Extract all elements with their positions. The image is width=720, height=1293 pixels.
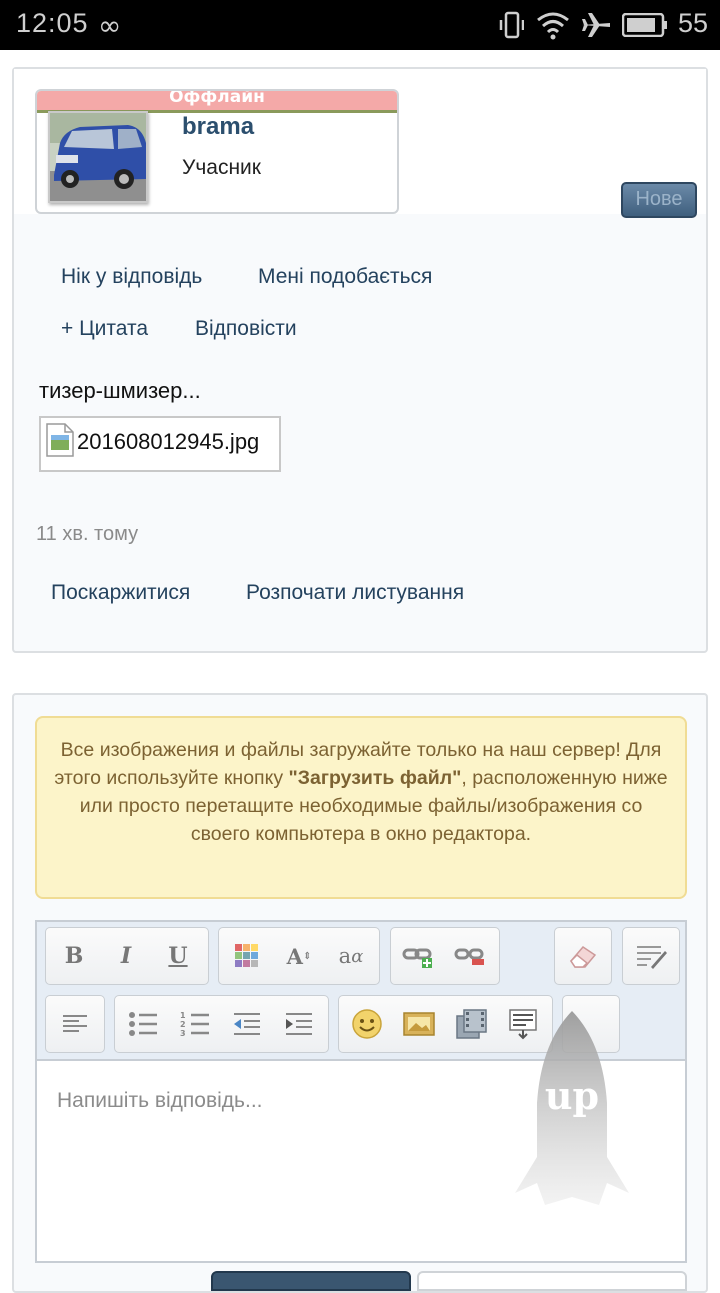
svg-text:1: 1 [180, 1011, 186, 1020]
source-icon[interactable] [634, 939, 668, 973]
user-role: Учасник [182, 156, 261, 179]
airplane-mode-icon [582, 13, 610, 37]
quote-link[interactable]: + Цитата [61, 317, 148, 341]
font-size-label: A [286, 943, 303, 969]
outdent-icon[interactable] [230, 1007, 264, 1041]
image-icon[interactable] [402, 1007, 436, 1041]
broken-image-icon [46, 423, 74, 457]
font-family-label: a [338, 944, 352, 968]
unlink-icon[interactable] [453, 939, 487, 973]
vibrate-icon [499, 11, 524, 39]
post-time: 11 хв. тому [36, 523, 139, 545]
align-icon[interactable] [58, 1007, 92, 1041]
scroll-up-rocket-icon[interactable]: up [507, 1007, 637, 1207]
start-conversation-link[interactable]: Розпочати листування [246, 581, 464, 605]
post-card: Оффлайн brama Учасник Нове Нік у відпові… [12, 67, 708, 653]
report-link[interactable]: Поскаржитися [51, 581, 190, 605]
car-photo [50, 113, 146, 201]
reply-placeholder: Напишіть відповідь... [57, 1089, 263, 1112]
attachment-filename: 201608012945.jpg [77, 429, 260, 454]
source-group [622, 927, 680, 985]
status-badge: Оффлайн [37, 91, 397, 113]
attachment-image[interactable]: 201608012945.jpg [39, 416, 281, 472]
wifi-icon [537, 12, 569, 40]
svg-text:3: 3 [180, 1029, 186, 1037]
font-size-icon[interactable]: A ⇕ [282, 939, 316, 973]
like-link[interactable]: Мені подобається [258, 265, 432, 289]
italic-icon[interactable]: I [109, 939, 143, 973]
font-family-icon[interactable]: aα [334, 939, 368, 973]
bullet-list-icon[interactable] [126, 1007, 160, 1041]
submit-button[interactable] [211, 1271, 411, 1291]
reply-editor[interactable]: B I U A ⇕ aα 1 2 3 Напишіть відповідь...… [35, 920, 687, 1263]
eraser-icon[interactable] [566, 939, 600, 973]
list-group: 123 [114, 995, 329, 1053]
nick-reply-link[interactable]: Нік у відповідь [61, 265, 202, 289]
eraser-group [554, 927, 612, 985]
new-badge: Нове [621, 182, 697, 218]
color-icon[interactable] [230, 939, 264, 973]
media-icon[interactable] [454, 1007, 488, 1041]
infinity-icon: ∞ [98, 9, 122, 42]
upload-notice: Все изображения и файлы загружайте тольк… [35, 716, 687, 899]
status-bar: 12:05 ∞ 55 [0, 0, 720, 50]
indent-icon[interactable] [282, 1007, 316, 1041]
clock: 12:05 [16, 8, 89, 38]
message-text: тизер-шмизер... [39, 378, 201, 403]
username[interactable]: brama [182, 113, 254, 141]
avatar[interactable] [48, 111, 148, 203]
battery-icon [622, 13, 667, 37]
link-icon[interactable] [401, 939, 435, 973]
secondary-button[interactable] [417, 1271, 687, 1291]
smiley-icon[interactable] [350, 1007, 384, 1041]
underline-icon[interactable]: U [161, 939, 195, 973]
notice-button-name: "Загрузить файл" [288, 767, 462, 789]
battery-level: 55 [677, 8, 708, 38]
scroll-up-label: up [545, 1073, 599, 1118]
numbered-list-icon[interactable]: 123 [178, 1007, 212, 1041]
svg-text:2: 2 [180, 1020, 186, 1029]
user-info-box[interactable]: Оффлайн brama Учасник [35, 89, 399, 214]
reply-link[interactable]: Відповісти [195, 317, 297, 341]
align-group [45, 995, 105, 1053]
format-group: B I U [45, 927, 209, 985]
bold-icon[interactable]: B [57, 939, 91, 973]
font-group: A ⇕ aα [218, 927, 380, 985]
reply-card: Все изображения и файлы загружайте тольк… [12, 693, 708, 1293]
link-group [390, 927, 500, 985]
